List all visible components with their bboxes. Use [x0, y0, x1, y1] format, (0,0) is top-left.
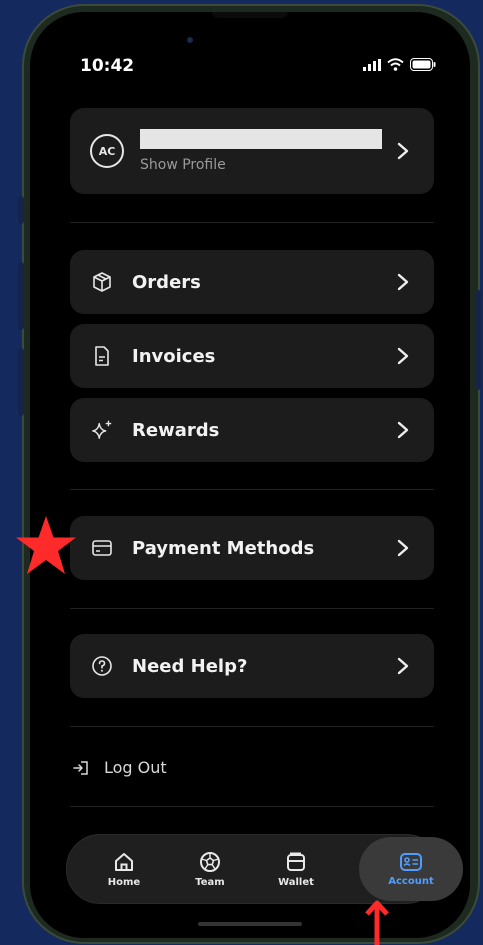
rewards-label: Rewards: [132, 419, 220, 441]
phone-screen: 10:42 AC Show Profile Orders Invoices Re…: [30, 12, 470, 938]
tab-account[interactable]: Account: [359, 837, 463, 901]
payment-methods-row[interactable]: Payment Methods: [70, 516, 434, 580]
payment-methods-label: Payment Methods: [132, 537, 315, 559]
red-arrow-annotation: [365, 900, 389, 945]
invoices-row[interactable]: Invoices: [70, 324, 434, 388]
speaker-notch: [212, 12, 288, 18]
tab-home-label: Home: [107, 876, 141, 888]
battery-icon: [410, 58, 436, 71]
volume-up-button: [18, 262, 24, 330]
redacted-name: [140, 129, 382, 149]
orders-label: Orders: [132, 271, 201, 293]
rewards-row[interactable]: Rewards: [70, 398, 434, 462]
divider: [70, 489, 434, 490]
power-button: [476, 290, 481, 390]
divider: [70, 726, 434, 727]
chevron-right-icon: [397, 273, 409, 291]
status-time: 10:42: [80, 56, 135, 76]
chevron-right-icon: [397, 142, 409, 160]
soccer-ball-icon: [200, 851, 220, 872]
account-card-icon: [400, 852, 422, 871]
logout-label: Log Out: [104, 758, 167, 777]
status-icons: [363, 58, 436, 71]
help-circle-icon: [90, 654, 114, 678]
card-icon: [90, 536, 114, 560]
need-help-row[interactable]: Need Help?: [70, 634, 434, 698]
bottom-tab-bar: Home Team Wallet Account: [66, 834, 463, 904]
avatar: AC: [90, 134, 124, 168]
side-button: [18, 196, 24, 224]
invoices-label: Invoices: [132, 345, 216, 367]
signal-icon: [363, 59, 381, 71]
box-icon: [90, 270, 114, 294]
sparkles-icon: [90, 418, 114, 442]
orders-row[interactable]: Orders: [70, 250, 434, 314]
chevron-right-icon: [397, 347, 409, 365]
red-star-annotation: [16, 516, 76, 574]
tab-wallet-label: Wallet: [278, 876, 314, 888]
show-profile-link[interactable]: Show Profile: [140, 157, 396, 173]
home-icon: [115, 852, 133, 871]
need-help-label: Need Help?: [132, 655, 248, 677]
tab-team-label: Team: [195, 876, 225, 888]
profile-card[interactable]: AC Show Profile: [70, 108, 434, 194]
chevron-right-icon: [397, 539, 409, 557]
tab-wallet[interactable]: Wallet: [259, 835, 333, 903]
divider: [70, 806, 434, 807]
tab-account-label: Account: [388, 875, 434, 887]
volume-down-button: [18, 348, 24, 416]
tab-home[interactable]: Home: [87, 835, 161, 903]
logout-icon: [73, 760, 88, 775]
wallet-icon: [287, 852, 305, 871]
divider: [70, 222, 434, 223]
front-camera: [187, 37, 193, 43]
chevron-right-icon: [397, 421, 409, 439]
chevron-right-icon: [397, 657, 409, 675]
document-icon: [90, 344, 114, 368]
logout-button[interactable]: Log Out: [72, 758, 167, 777]
home-indicator: [198, 922, 302, 926]
wifi-icon: [387, 58, 404, 71]
divider: [70, 608, 434, 609]
tab-team[interactable]: Team: [173, 835, 247, 903]
